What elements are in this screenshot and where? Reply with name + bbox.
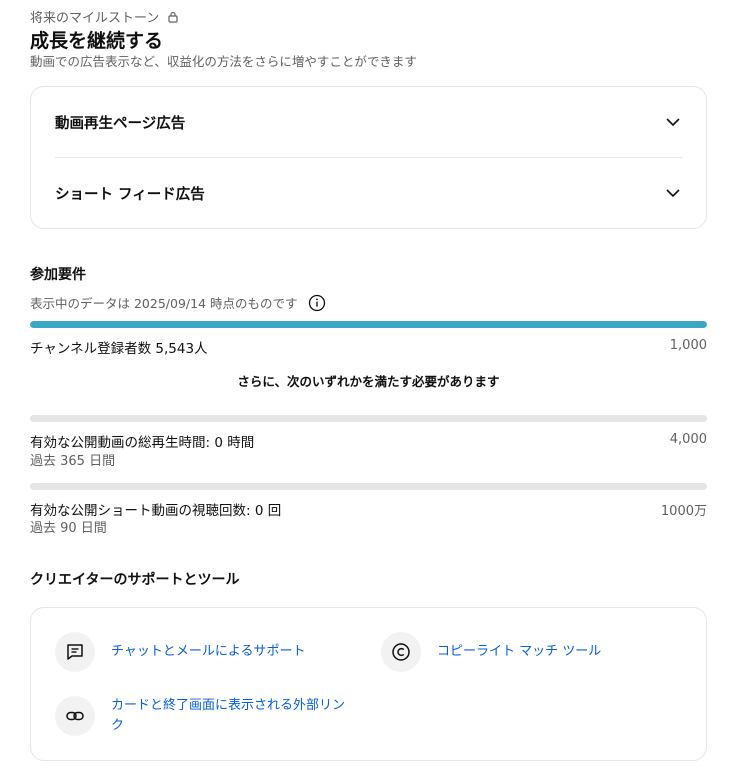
copyright-match-tool-label: コピーライト マッチ ツール [437, 644, 602, 659]
watch-time-progress-bar [30, 415, 707, 422]
subscribers-label: チャンネル登録者数 5,543人 [30, 341, 208, 357]
tools-card: チャットとメールによるサポート コピーライト マッチ ツール カードと終了画面に… [30, 607, 707, 761]
chat-icon [55, 632, 95, 672]
watch-page-ads-row[interactable]: 動画再生ページ広告 [55, 87, 682, 157]
chat-email-support-label: チャットとメールによるサポート [111, 644, 306, 659]
page-subtitle: 動画での広告表示など、収益化の方法をさらに増やすことができます [30, 54, 417, 69]
copyright-icon [381, 632, 421, 672]
watch-page-ads-label: 動画再生ページ広告 [55, 115, 186, 132]
ad-types-card: 動画再生ページ広告 ショート フィード広告 [30, 86, 707, 229]
external-links-label: カードと終了画面に表示される外部リンク [111, 698, 346, 733]
shorts-feed-ads-label: ショート フィード広告 [55, 186, 205, 203]
watch-time-period: 過去 365 日間 [30, 454, 116, 469]
data-as-of-text: 表示中のデータは 2025/09/14 時点のものです [30, 296, 298, 311]
watch-time-target: 4,000 [669, 432, 707, 447]
data-as-of: 表示中のデータは 2025/09/14 時点のものです [30, 293, 326, 312]
shorts-views-label: 有効な公開ショート動画の視聴回数: 0 回 [30, 503, 282, 519]
lock-icon [168, 11, 178, 23]
info-icon[interactable] [308, 294, 326, 312]
subscribers-target: 1,000 [669, 338, 707, 353]
copyright-match-tool-link[interactable]: コピーライト マッチ ツール [381, 632, 601, 672]
subscribers-progress-fill [30, 321, 707, 328]
eyebrow-text: 将来のマイルストーン [30, 11, 160, 26]
page-title: 成長を継続する [30, 30, 164, 52]
tools-heading: クリエイターのサポートとツール [30, 572, 240, 588]
shorts-views-period: 過去 90 日間 [30, 521, 107, 536]
shorts-views-target: 1000万 [660, 504, 707, 519]
requirements-heading: 参加要件 [30, 267, 86, 283]
shorts-feed-ads-row[interactable]: ショート フィード広告 [55, 158, 682, 228]
milestone-eyebrow: 将来のマイルストーン [30, 7, 179, 26]
shorts-views-progress-bar [30, 483, 707, 490]
subscribers-progress-bar [30, 321, 707, 328]
chevron-down-icon [666, 118, 680, 127]
external-links-link[interactable]: カードと終了画面に表示される外部リンク [55, 696, 355, 736]
watch-time-label: 有効な公開動画の総再生時間: 0 時間 [30, 435, 255, 451]
chevron-down-icon [666, 189, 680, 198]
link-icon [55, 696, 95, 736]
chat-email-support-link[interactable]: チャットとメールによるサポート [55, 632, 305, 672]
either-requirement-note: さらに、次のいずれかを満たす必要があります [237, 374, 500, 389]
